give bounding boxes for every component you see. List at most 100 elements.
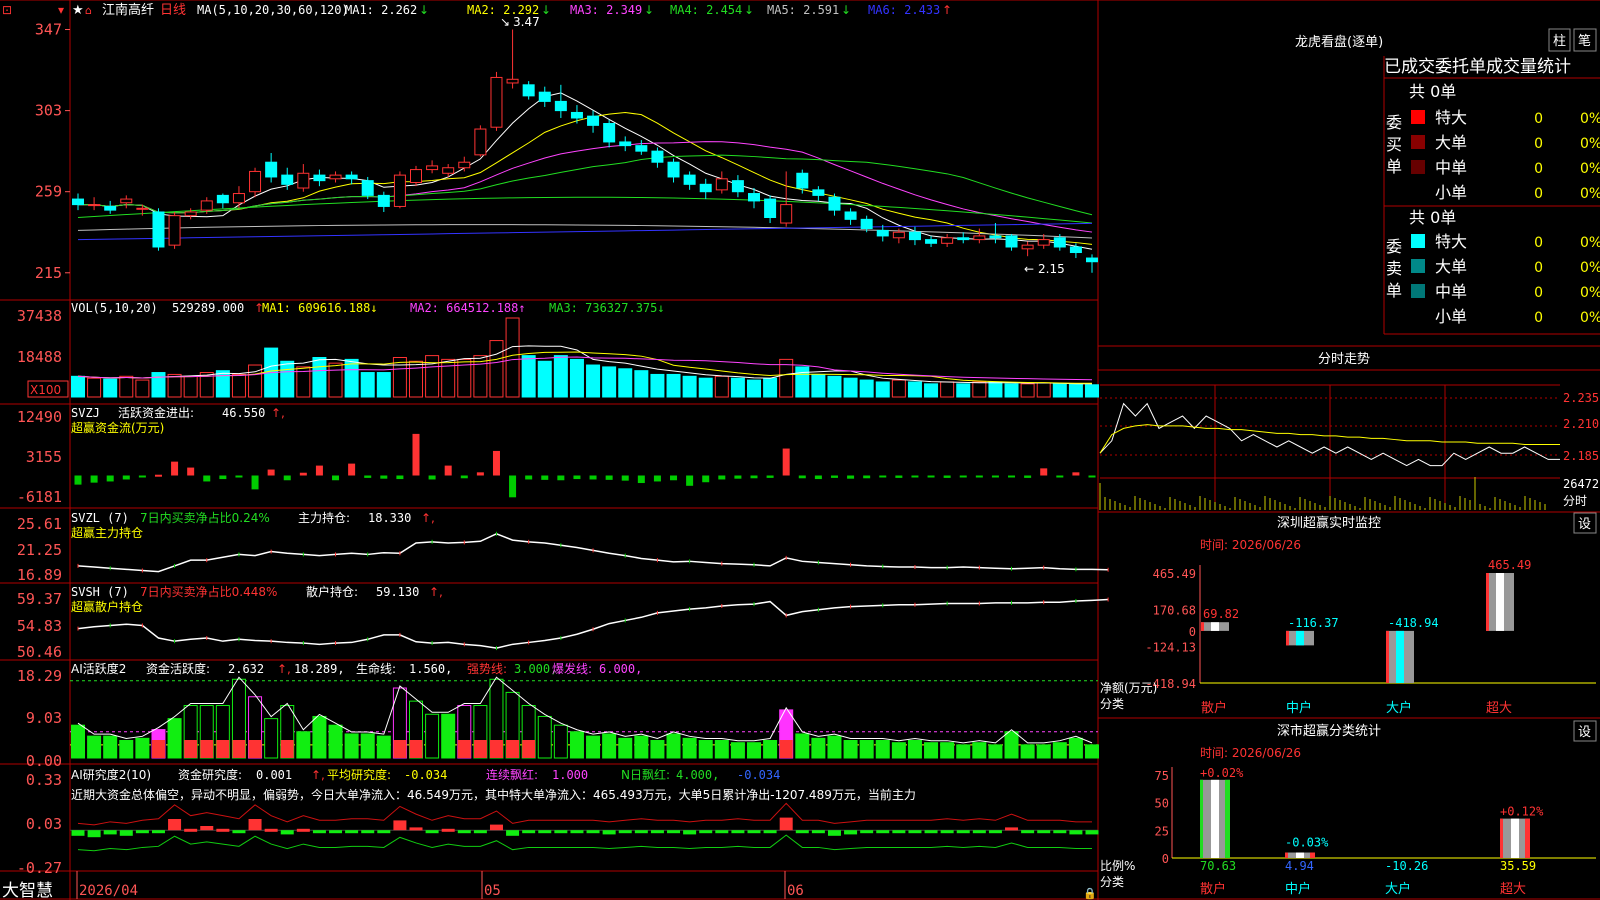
sell-side-label: 委卖单: [1386, 237, 1402, 300]
volume-bar: [1004, 383, 1019, 398]
ai2-arrow1: ↑,: [311, 768, 325, 782]
svzl-line: [77, 532, 1109, 573]
sell-row-qty: 0: [1534, 260, 1543, 276]
svzj-bar: [283, 475, 291, 481]
sell-side-char: 单: [1386, 281, 1402, 300]
candle: [152, 211, 165, 248]
ai2-bar: [377, 830, 391, 834]
volume-bar: [328, 362, 343, 398]
star-icon[interactable]: ★: [72, 3, 84, 18]
ai-bar-base: [151, 740, 165, 758]
buy-row-label: 特大: [1435, 108, 1467, 127]
vol-value: 529289.000: [172, 301, 244, 315]
vol-y-tick: 18488: [17, 348, 62, 366]
classify-bar-highlight: [1511, 818, 1519, 858]
volume-bar: [344, 358, 359, 398]
ai2-title: AI研究度2(10): [71, 767, 151, 782]
svzj-bar: [460, 475, 468, 479]
monitor-category: 中户: [1286, 700, 1312, 716]
classify-settings-label[interactable]: 设: [1578, 725, 1591, 740]
ma-line-30: [78, 154, 1093, 216]
svzj-bar: [1056, 475, 1064, 478]
period-label[interactable]: 日线: [160, 3, 186, 18]
candle: [490, 76, 503, 128]
buy-side-char: 买: [1386, 135, 1402, 154]
svzj-bar: [1008, 475, 1016, 478]
svzj-bar: [541, 475, 549, 480]
ai-bar-base: [522, 740, 536, 758]
svzj-bar: [943, 475, 951, 478]
ai-bar: [763, 740, 778, 759]
volume-bar: [392, 357, 407, 398]
candle: [683, 174, 696, 185]
ai2-bar: [216, 828, 230, 832]
monitor-bar-edge: [1286, 630, 1289, 646]
monitor-bar: [1286, 630, 1314, 646]
candle: [281, 174, 294, 185]
ai2-v3: 1.000: [552, 768, 588, 782]
y-tick-label: 347: [35, 21, 62, 39]
candle: [377, 194, 390, 207]
lhb-tick-btn-label[interactable]: 笔: [1578, 33, 1591, 49]
svzj-bar: [734, 475, 742, 479]
monitor-settings-label[interactable]: 设: [1578, 517, 1591, 532]
volume-bar: [215, 370, 230, 398]
ai-title: AI活跃度2: [71, 661, 126, 676]
ai2-bar: [71, 830, 85, 836]
intraday-vol-label: 26472: [1563, 477, 1599, 491]
candle: [570, 111, 583, 119]
monitor-chart: 465.49 170.68 0-124.13 -418.94 69.82 散户 -116.3…: [1145, 558, 1596, 716]
ma-value-ma5: MA5: 2.591: [767, 3, 839, 17]
ai2-bar: [409, 827, 423, 831]
candle: [748, 193, 760, 202]
candle: [603, 123, 616, 143]
intraday-tab[interactable]: 分时: [1563, 494, 1587, 508]
ai2-bar: [441, 828, 455, 832]
candle: [764, 198, 777, 218]
volume-bar: [747, 379, 761, 398]
svsh-y-tick: 59.37: [17, 590, 62, 608]
buy-side-label: 委买单: [1386, 113, 1402, 176]
sell-total: 共 0单: [1409, 208, 1456, 227]
sell-side-char: 卖: [1386, 259, 1402, 278]
ai-bar: [618, 737, 633, 759]
candle: [876, 229, 889, 237]
sell-row-qty: 0: [1534, 310, 1543, 326]
ai2-bar: [119, 830, 133, 836]
menu-icon[interactable]: ⊡: [2, 3, 12, 17]
monitor-category: 散户: [1201, 700, 1227, 716]
ai2-bar: [956, 830, 970, 834]
candle: [844, 211, 857, 220]
ai-bar: [360, 733, 375, 759]
ai2-bar: [361, 830, 375, 834]
sell-row-label: 小单: [1435, 307, 1467, 326]
lhb-bar-btn-label[interactable]: 柱: [1553, 34, 1566, 49]
vol-unit[interactable]: X100: [30, 383, 61, 397]
ai2-bar: [264, 828, 278, 832]
svzj-bar: [74, 475, 82, 485]
volume-bar: [505, 317, 520, 398]
lhb-title: 龙虎看盘(逐单): [1295, 34, 1383, 50]
monitor-bar: [1201, 622, 1229, 631]
svzl-label1: 7日内买卖净占比0.24%: [140, 510, 270, 525]
volume-bar: [409, 360, 423, 398]
buy-row-label: 中单: [1435, 158, 1467, 177]
svzj-y-tick: 12490: [17, 408, 62, 426]
sell-row-swatch: [1411, 259, 1425, 273]
classify-ylabel: 比例%: [1100, 859, 1135, 873]
svsh-arrow: ↑,: [429, 585, 443, 599]
ai-bar: [956, 744, 971, 759]
svzj-bar: [637, 475, 645, 484]
ai-outline: [77, 676, 1093, 744]
lock-icon[interactable]: 🔒: [1083, 887, 1097, 900]
pin-icon[interactable]: ▾: [58, 3, 64, 17]
svzj-bars: 12490 3155 -6181: [17, 408, 1096, 506]
svzl-arrow: ↑,: [421, 511, 435, 525]
volume-bar: [586, 364, 601, 398]
ai2-bar: [602, 830, 616, 835]
monitor-y-tick: 170.68: [1153, 604, 1196, 618]
candle: [1086, 257, 1098, 263]
svzj-bar: [492, 450, 500, 476]
low-mark: 2.15: [1038, 262, 1065, 276]
ma-arrow: ↓: [644, 3, 654, 17]
